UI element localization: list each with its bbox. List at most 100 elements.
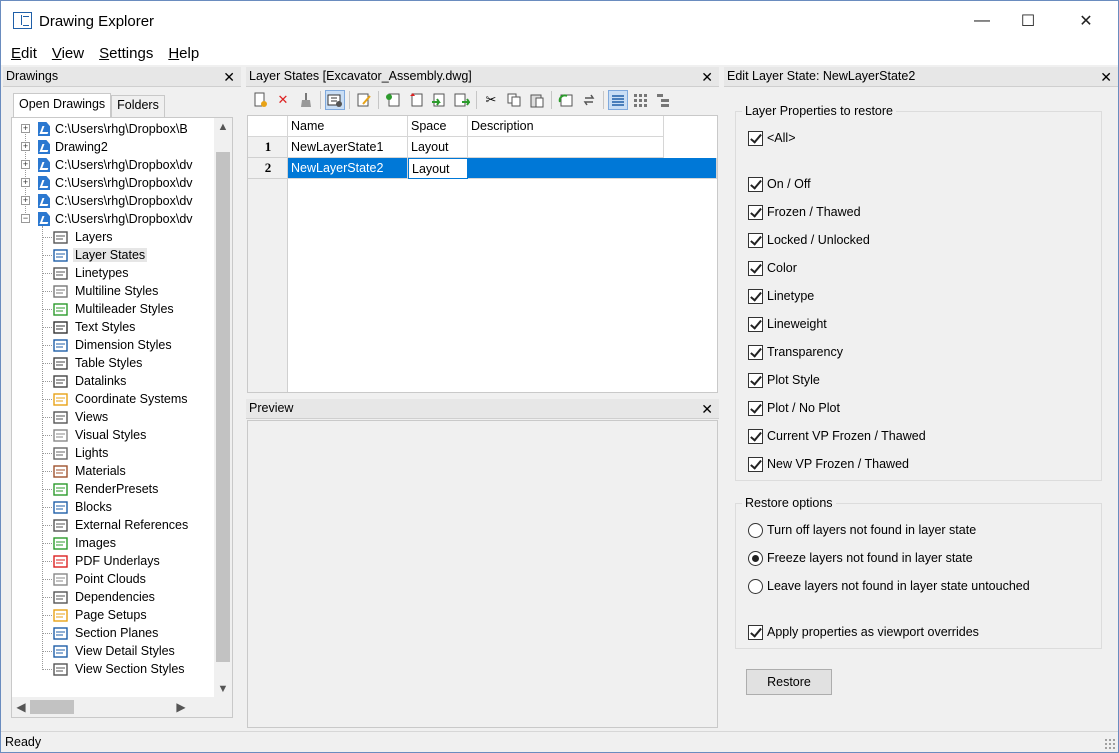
property-checkbox[interactable]: Plot / No Plot bbox=[748, 399, 840, 417]
property-checkbox-box[interactable] bbox=[748, 260, 763, 276]
tree-node-pdf-underlays[interactable]: PDF Underlays bbox=[12, 552, 162, 570]
property-checkbox-box[interactable] bbox=[748, 176, 763, 192]
property-checkbox-box[interactable] bbox=[748, 372, 763, 388]
drawing-node[interactable]: − C:\Users\rhg\Dropbox\dv bbox=[12, 210, 193, 228]
row-number[interactable]: 1 bbox=[248, 137, 288, 158]
layer-state-description-cell[interactable] bbox=[468, 158, 717, 179]
tree-vertical-scrollbar[interactable]: ▲ ▼ bbox=[214, 118, 232, 698]
layer-state-name-cell[interactable]: NewLayerState1 bbox=[288, 137, 408, 158]
tree-node-view-section-styles[interactable]: View Section Styles bbox=[12, 660, 187, 678]
resize-grip-icon[interactable] bbox=[1104, 738, 1116, 750]
tree-node-view-detail-styles[interactable]: View Detail Styles bbox=[12, 642, 177, 660]
property-checkbox-box[interactable] bbox=[748, 316, 763, 332]
tree-node-page-setups[interactable]: Page Setups bbox=[12, 606, 149, 624]
tab-open-drawings[interactable]: Open Drawings bbox=[13, 93, 112, 117]
tree-node-dependencies[interactable]: Dependencies bbox=[12, 588, 157, 606]
scroll-thumb[interactable] bbox=[216, 152, 230, 662]
drawing-node[interactable]: + C:\Users\rhg\Dropbox\B bbox=[12, 120, 188, 138]
restore-button[interactable]: Restore bbox=[746, 669, 832, 695]
scroll-up-icon[interactable]: ▲ bbox=[214, 118, 232, 136]
expand-icon[interactable]: + bbox=[21, 142, 30, 151]
tree-node-linetypes[interactable]: Linetypes bbox=[12, 264, 131, 282]
property-checkbox-box[interactable] bbox=[748, 428, 763, 444]
export-icon[interactable] bbox=[406, 90, 426, 110]
close-icon[interactable]: ✕ bbox=[701, 400, 713, 418]
property-checkbox-box[interactable] bbox=[748, 204, 763, 220]
row-number[interactable]: 2 bbox=[248, 158, 288, 179]
property-checkbox[interactable]: Plot Style bbox=[748, 371, 820, 389]
property-checkbox[interactable]: Current VP Frozen / Thawed bbox=[748, 427, 926, 445]
tree-node-multiline-styles[interactable]: Multiline Styles bbox=[12, 282, 160, 300]
cut-icon[interactable]: ✂ bbox=[481, 90, 501, 110]
menu-settings[interactable]: Settings bbox=[99, 45, 153, 62]
tree-node-lights[interactable]: Lights bbox=[12, 444, 110, 462]
paste-icon[interactable] bbox=[527, 90, 547, 110]
tree-node-render-presets[interactable]: RenderPresets bbox=[12, 480, 160, 498]
close-button[interactable]: ✕ bbox=[1063, 1, 1109, 41]
expand-icon[interactable]: + bbox=[21, 160, 30, 169]
close-icon[interactable]: ✕ bbox=[1100, 68, 1112, 86]
drawing-node[interactable]: + C:\Users\rhg\Dropbox\dv bbox=[12, 192, 193, 210]
property-checkbox[interactable]: Linetype bbox=[748, 287, 814, 305]
grid-view-icon[interactable] bbox=[631, 90, 651, 110]
minimize-button[interactable]: — bbox=[959, 1, 1005, 41]
menu-edit[interactable]: Edit bbox=[11, 45, 37, 62]
drawing-node[interactable]: + C:\Users\rhg\Dropbox\dv bbox=[12, 156, 193, 174]
tree-node-text-styles[interactable]: Text Styles bbox=[12, 318, 137, 336]
expand-icon[interactable]: + bbox=[21, 178, 30, 187]
list-view-icon[interactable] bbox=[608, 90, 628, 110]
scroll-right-icon[interactable]: ▶ bbox=[172, 697, 190, 717]
tree-horizontal-scrollbar[interactable]: ◀ ▶ bbox=[12, 697, 232, 717]
property-checkbox[interactable]: Transparency bbox=[748, 343, 843, 361]
tree-node-visual-styles[interactable]: Visual Styles bbox=[12, 426, 148, 444]
property-checkbox-box[interactable] bbox=[748, 456, 763, 472]
layer-state-space-cell[interactable]: Layout bbox=[408, 137, 468, 158]
edit-icon[interactable] bbox=[354, 90, 374, 110]
property-checkbox[interactable]: Locked / Unlocked bbox=[748, 231, 870, 249]
expand-icon[interactable]: + bbox=[21, 124, 30, 133]
restore-option-radio-button[interactable] bbox=[748, 550, 763, 566]
new-layer-state-icon[interactable] bbox=[250, 90, 270, 110]
tree-node-layers[interactable]: Layers bbox=[12, 228, 115, 246]
tree-node-layer-states[interactable]: Layer States bbox=[12, 246, 148, 264]
checkbox-viewport-overrides-box[interactable] bbox=[748, 624, 763, 640]
import-file-icon[interactable] bbox=[429, 90, 449, 110]
property-checkbox[interactable]: New VP Frozen / Thawed bbox=[748, 455, 909, 473]
drawing-node[interactable]: + C:\Users\rhg\Dropbox\dv bbox=[12, 174, 193, 192]
menu-view[interactable]: View bbox=[52, 45, 84, 62]
property-checkbox-box[interactable] bbox=[748, 232, 763, 248]
maximize-button[interactable]: ☐ bbox=[1005, 1, 1051, 41]
restore-icon[interactable] bbox=[556, 90, 576, 110]
column-header-space[interactable]: Space bbox=[408, 116, 468, 137]
copy-icon[interactable] bbox=[504, 90, 524, 110]
refresh-icon[interactable] bbox=[579, 90, 599, 110]
tree-node-section-planes[interactable]: Section Planes bbox=[12, 624, 160, 642]
tree-node-views[interactable]: Views bbox=[12, 408, 110, 426]
restore-option-radio[interactable]: Leave layers not found in layer state un… bbox=[748, 577, 1030, 595]
checkbox-viewport-overrides[interactable]: Apply properties as viewport overrides bbox=[748, 623, 979, 641]
restore-option-radio[interactable]: Turn off layers not found in layer state bbox=[748, 521, 976, 539]
tree-node-table-styles[interactable]: Table Styles bbox=[12, 354, 144, 372]
purge-icon[interactable] bbox=[296, 90, 316, 110]
checkbox-all[interactable]: <All> bbox=[748, 129, 796, 147]
delete-icon[interactable]: ✕ bbox=[273, 90, 293, 110]
property-checkbox[interactable]: Lineweight bbox=[748, 315, 827, 333]
property-checkbox-box[interactable] bbox=[748, 344, 763, 360]
layer-state-view-icon[interactable] bbox=[325, 90, 345, 110]
tree-node-point-clouds[interactable]: Point Clouds bbox=[12, 570, 148, 588]
drawing-node[interactable]: + Drawing2 bbox=[12, 138, 108, 156]
property-checkbox-box[interactable] bbox=[748, 400, 763, 416]
tree-node-dimension-styles[interactable]: Dimension Styles bbox=[12, 336, 174, 354]
tree-view-icon[interactable] bbox=[654, 90, 674, 110]
restore-option-radio-button[interactable] bbox=[748, 522, 763, 538]
tree-node-blocks[interactable]: Blocks bbox=[12, 498, 114, 516]
import-icon[interactable] bbox=[383, 90, 403, 110]
tree-node-datalinks[interactable]: Datalinks bbox=[12, 372, 128, 390]
column-header-description[interactable]: Description bbox=[468, 116, 664, 137]
tree-node-coordinate-systems[interactable]: Coordinate Systems bbox=[12, 390, 190, 408]
tree-node-materials[interactable]: Materials bbox=[12, 462, 128, 480]
menu-help[interactable]: Help bbox=[168, 45, 199, 62]
tree-node-multileader-styles[interactable]: Multileader Styles bbox=[12, 300, 176, 318]
column-header-name[interactable]: Name bbox=[288, 116, 408, 137]
tree-node-images[interactable]: Images bbox=[12, 534, 118, 552]
